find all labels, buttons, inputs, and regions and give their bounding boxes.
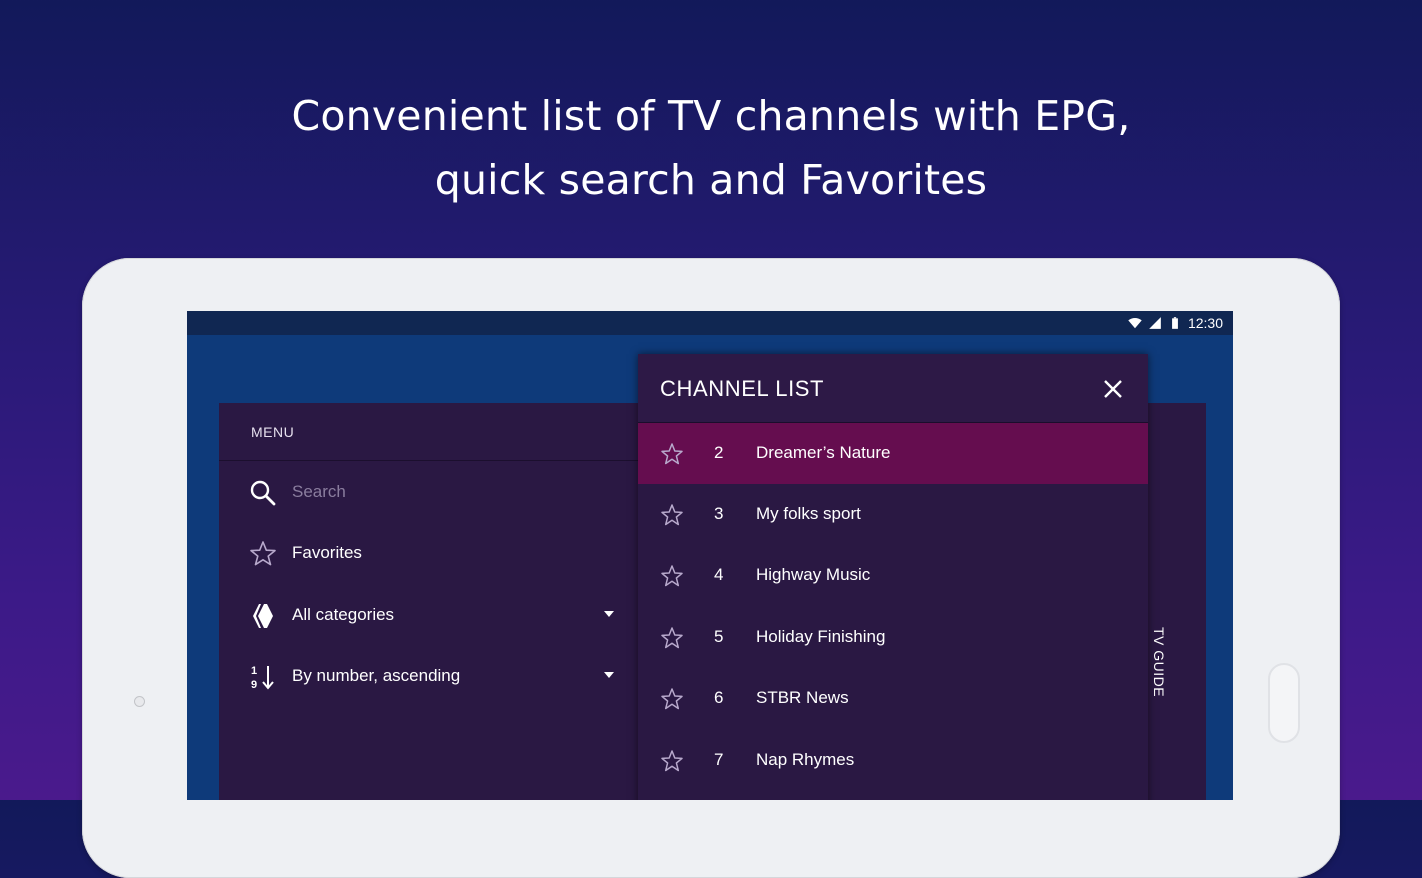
wifi-icon (1128, 317, 1142, 329)
channel-list-panel: CHANNEL LIST 2 Dreamer’s Nature 3 My fol… (638, 354, 1148, 800)
sort-label: By number, ascending (292, 666, 461, 685)
search-row[interactable]: Search (219, 461, 671, 521)
headline-line-2: quick search and Favorites (434, 156, 988, 204)
favorites-row[interactable]: Favorites (219, 522, 671, 582)
headline-line-1: Convenient list of TV channels with EPG, (291, 92, 1131, 140)
category-label: All categories (292, 605, 395, 624)
search-icon (250, 480, 276, 506)
channel-number: 6 (714, 688, 724, 707)
favorite-star-icon[interactable] (660, 564, 684, 588)
svg-text:1: 1 (251, 665, 257, 677)
channel-row[interactable]: 5 Holiday Finishing (638, 607, 1148, 668)
tv-guide-tab[interactable] (1148, 403, 1206, 800)
favorite-star-icon[interactable] (660, 749, 684, 773)
close-icon[interactable] (1102, 378, 1124, 400)
search-input[interactable]: Search (292, 482, 346, 502)
categories-icon (253, 604, 273, 628)
favorite-star-icon[interactable] (660, 503, 684, 527)
channel-row[interactable]: 6 STBR News (638, 668, 1148, 729)
sort-numeric-icon: 1 9 (251, 665, 274, 691)
channel-number: 3 (714, 504, 724, 523)
menu-title: MENU (251, 424, 295, 440)
camera-icon (134, 696, 145, 707)
channel-name: My folks sport (756, 504, 861, 523)
home-button[interactable] (1268, 663, 1300, 743)
battery-icon (1172, 317, 1178, 329)
favorites-label: Favorites (292, 543, 362, 562)
channel-name: Holiday Finishing (756, 627, 886, 646)
channel-number: 5 (714, 627, 724, 646)
channel-row[interactable]: 7 Nap Rhymes (638, 730, 1148, 791)
channel-number: 4 (714, 565, 724, 584)
chevron-down-icon (604, 611, 614, 617)
menu-panel: MENU Search Favorites All categories 1 9… (219, 403, 671, 800)
tv-guide-label[interactable]: TV GUIDE (1151, 627, 1167, 697)
favorite-star-icon[interactable] (660, 687, 684, 711)
channel-name: STBR News (756, 688, 849, 707)
status-bar: 12:30 (187, 311, 1233, 335)
svg-text:9: 9 (251, 679, 257, 691)
channel-row[interactable]: 4 Highway Music (638, 545, 1148, 606)
chevron-down-icon (604, 672, 614, 678)
menu-header: MENU (219, 403, 671, 461)
channel-row[interactable]: 3 My folks sport (638, 484, 1148, 545)
status-time: 12:30 (1187, 315, 1223, 331)
sort-dropdown[interactable]: 1 9 By number, ascending (219, 645, 671, 705)
channel-name: Nap Rhymes (756, 750, 855, 769)
category-dropdown[interactable]: All categories (219, 584, 671, 644)
headline: Convenient list of TV channels with EPG,… (0, 84, 1422, 212)
channel-list-header: CHANNEL LIST (638, 354, 1148, 423)
tablet-screen: 12:30 MENU Search Favorites All categori… (187, 311, 1233, 800)
channel-number: 7 (714, 750, 724, 769)
channel-name: Dreamer’s Nature (756, 443, 891, 462)
channel-name: Highway Music (756, 565, 871, 584)
star-outline-icon (250, 541, 276, 566)
channel-list-title: CHANNEL LIST (660, 376, 825, 401)
signal-icon (1149, 317, 1161, 329)
favorite-star-icon[interactable] (660, 626, 684, 650)
channel-row[interactable]: 2 Dreamer’s Nature (638, 423, 1148, 484)
channel-number: 2 (714, 443, 724, 462)
favorite-star-icon[interactable] (660, 442, 684, 466)
